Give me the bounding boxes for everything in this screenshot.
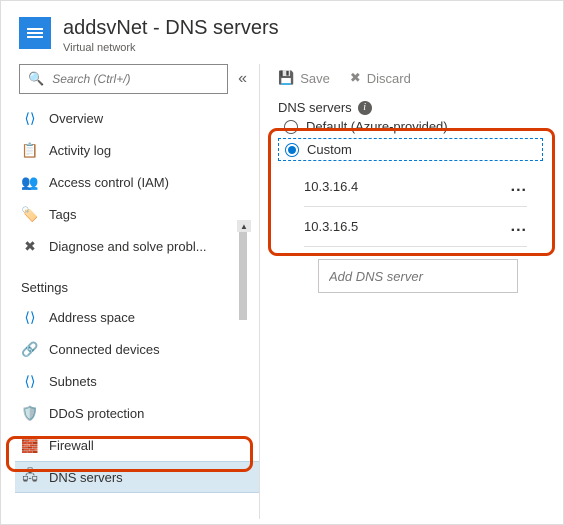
dns-section-label: DNS servers i [278, 100, 563, 115]
dns-server-value: 10.3.16.5 [304, 219, 358, 234]
radio-label: Default (Azure-provided) [306, 119, 448, 134]
save-label: Save [300, 71, 330, 86]
sidebar-item-ddos[interactable]: 🛡️ DDoS protection [15, 397, 259, 429]
row-more-icon[interactable]: ... [511, 218, 527, 236]
sidebar-item-label: Firewall [49, 438, 94, 453]
sidebar-item-label: Access control (IAM) [49, 175, 169, 190]
tags-icon: 🏷️ [21, 206, 39, 223]
discard-button[interactable]: ✖ Discard [350, 70, 411, 86]
sidebar-item-label: Overview [49, 111, 103, 126]
save-icon: 💾 [278, 70, 294, 86]
radio-label: Custom [307, 142, 352, 157]
sidebar-item-address-space[interactable]: ⟨⟩ Address space [15, 301, 259, 333]
search-input[interactable]: 🔍 [19, 64, 228, 94]
info-icon[interactable]: i [358, 101, 372, 115]
access-icon: 👥 [21, 174, 39, 191]
firewall-icon: 🧱 [21, 437, 39, 454]
overview-icon: ⟨⟩ [21, 110, 39, 127]
page-title: addsvNet - DNS servers [63, 15, 279, 40]
sidebar-item-label: Subnets [49, 374, 97, 389]
discard-icon: ✖ [350, 70, 361, 86]
collapse-icon[interactable]: « [238, 70, 247, 88]
search-field[interactable] [50, 71, 219, 87]
dns-server-value: 10.3.16.4 [304, 179, 358, 194]
sidebar-item-label: Tags [49, 207, 76, 222]
sidebar-item-diagnose[interactable]: ✖︎ Diagnose and solve probl... [15, 230, 259, 262]
toolbar: 💾 Save ✖ Discard [278, 70, 563, 100]
dns-server-list: 10.3.16.4 ... 10.3.16.5 ... [278, 161, 563, 253]
sidebar-item-label: Diagnose and solve probl... [49, 239, 207, 254]
radio-custom[interactable]: Custom [278, 138, 543, 161]
virtual-network-icon [19, 17, 51, 49]
sidebar-item-firewall[interactable]: 🧱 Firewall [15, 429, 259, 461]
dns-icon: 🖧 [21, 465, 39, 489]
search-icon: 🔍 [28, 71, 44, 87]
save-button[interactable]: 💾 Save [278, 70, 330, 86]
nav-list: ▲ ⟨⟩ Overview 📋 Activity log 👥 Access co… [1, 102, 259, 493]
sidebar-item-label: DDoS protection [49, 406, 144, 421]
page-subtitle: Virtual network [63, 42, 279, 54]
connected-icon: 🔗 [21, 341, 39, 358]
discard-label: Discard [367, 71, 411, 86]
radio-default[interactable]: Default (Azure-provided) [278, 115, 563, 138]
diagnose-icon: ✖︎ [21, 238, 39, 255]
scroll-up-icon[interactable]: ▲ [237, 220, 251, 232]
sidebar-item-label: DNS servers [49, 470, 123, 485]
row-more-icon[interactable]: ... [511, 178, 527, 196]
add-dns-input[interactable] [318, 259, 518, 293]
sidebar-item-dns-servers[interactable]: 🖧 DNS servers [15, 461, 259, 493]
subnets-icon: ⟨⟩ [21, 373, 39, 390]
radio-icon [284, 120, 298, 134]
sidebar-item-tags[interactable]: 🏷️ Tags [15, 198, 259, 230]
sidebar-item-label: Address space [49, 310, 135, 325]
sidebar-item-access-control[interactable]: 👥 Access control (IAM) [15, 166, 259, 198]
sidebar-item-overview[interactable]: ⟨⟩ Overview [15, 102, 259, 134]
sidebar-item-label: Activity log [49, 143, 111, 158]
scrollbar[interactable] [239, 232, 247, 320]
log-icon: 📋 [21, 142, 39, 159]
radio-icon [285, 143, 299, 157]
sidebar-item-label: Connected devices [49, 342, 160, 357]
dns-server-row: 10.3.16.4 ... [304, 167, 527, 207]
sidebar: 🔍 « ▲ ⟨⟩ Overview 📋 Activity log 👥 Acces… [1, 64, 259, 519]
sidebar-item-activity-log[interactable]: 📋 Activity log [15, 134, 259, 166]
blade-header: addsvNet - DNS servers Virtual network [1, 1, 563, 64]
sidebar-item-subnets[interactable]: ⟨⟩ Subnets [15, 365, 259, 397]
address-icon: ⟨⟩ [21, 309, 39, 326]
sidebar-item-connected-devices[interactable]: 🔗 Connected devices [15, 333, 259, 365]
dns-server-row: 10.3.16.5 ... [304, 207, 527, 247]
main-panel: 💾 Save ✖ Discard DNS servers i Default (… [259, 64, 563, 519]
ddos-icon: 🛡️ [21, 405, 39, 422]
settings-header: Settings [15, 262, 259, 301]
